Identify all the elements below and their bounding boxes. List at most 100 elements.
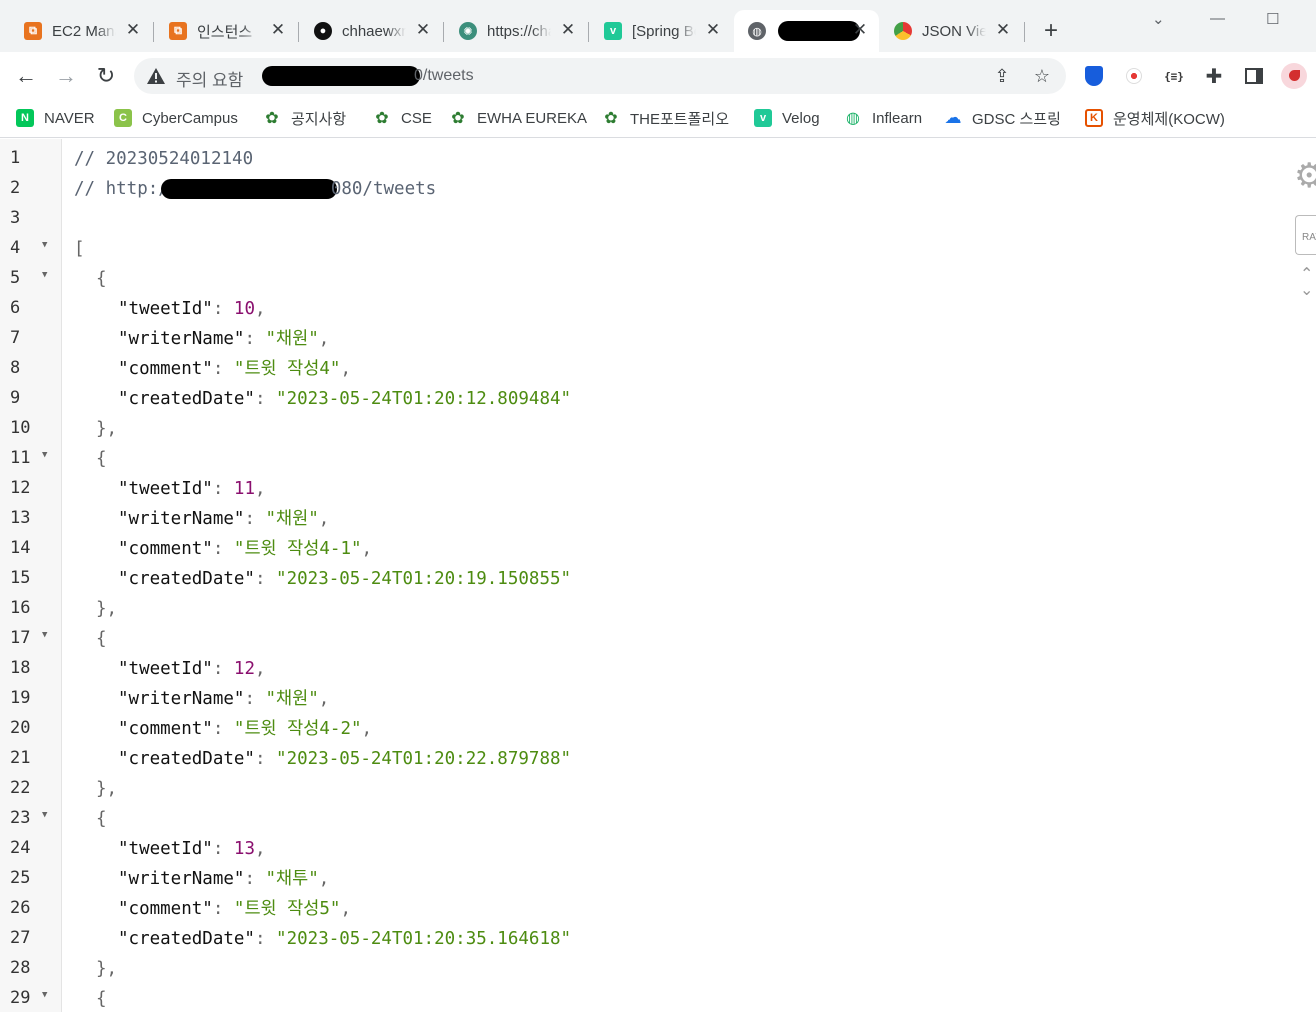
json-value-tweetId: 10	[233, 299, 255, 319]
json-key: "createdDate"	[118, 929, 255, 949]
side-panel-icon[interactable]	[1242, 64, 1266, 88]
close-icon[interactable]: ✕	[704, 21, 722, 39]
bookmark-velog[interactable]: v Velog	[754, 108, 820, 128]
address-bar[interactable]: 주의 요함 0/tweets ⇪ ☆	[134, 58, 1066, 94]
inflearn-icon: ◍	[844, 109, 862, 127]
globe-icon: ◍	[748, 22, 766, 40]
fold-toggle-icon[interactable]: ▼	[42, 240, 47, 250]
extensions-puzzle-icon[interactable]: ✚	[1202, 64, 1226, 88]
forward-button[interactable]: →	[54, 64, 78, 88]
profile-avatar[interactable]	[1280, 62, 1308, 90]
bookmark-naver[interactable]: N NAVER	[16, 108, 95, 128]
line-number: 16	[10, 598, 31, 618]
line-number: 2	[10, 178, 21, 198]
security-label[interactable]: 주의 요함	[176, 66, 243, 91]
fold-toggle-icon[interactable]: ▼	[42, 270, 47, 280]
line-number-row: 12	[0, 473, 62, 503]
line-number: 3	[10, 208, 21, 228]
json-key: "createdDate"	[118, 389, 255, 409]
json-field-createdDate: "createdDate": "2023-05-24T01:20:35.1646…	[118, 929, 572, 949]
close-icon[interactable]: ✕	[124, 21, 142, 39]
object-open-brace: {	[96, 629, 107, 649]
tab-velog[interactable]: v [Spring Boot] ✕	[590, 10, 732, 52]
line-number: 1	[10, 148, 21, 168]
line-number-row: 15	[0, 563, 62, 593]
object-open-brace: {	[96, 989, 107, 1009]
close-icon[interactable]: ✕	[994, 21, 1012, 39]
object-close-brace: },	[96, 959, 118, 979]
bitwarden-icon[interactable]	[1082, 64, 1106, 88]
object-close-brace: },	[96, 419, 118, 439]
ewha-icon: ✿	[602, 109, 620, 127]
json-value-comment: "트윗 작성5"	[233, 899, 341, 919]
line-number-row: 14	[0, 533, 62, 563]
line-number-row: 20	[0, 713, 62, 743]
tab-instances[interactable]: ⧉ 인스턴스 ✕	[155, 10, 297, 52]
line-number: 7	[10, 328, 21, 348]
toggle-arrows-icon[interactable]: ⌃ ⌄	[1300, 267, 1316, 299]
url-text[interactable]: 0/tweets	[414, 67, 474, 85]
line-number: 11	[10, 448, 31, 468]
back-button[interactable]: ←	[14, 64, 38, 88]
line-number: 28	[10, 958, 31, 978]
object-open-brace: {	[96, 449, 107, 469]
bookmark-inflearn[interactable]: ◍ Inflearn	[844, 108, 922, 128]
fold-toggle-icon[interactable]: ▼	[42, 630, 47, 640]
raw-toggle-button[interactable]: RAW	[1295, 215, 1316, 255]
reload-button[interactable]: ↻	[94, 64, 118, 88]
json-field-createdDate: "createdDate": "2023-05-24T01:20:19.1508…	[118, 569, 572, 589]
tab-json-viewer[interactable]: JSON Viewer ✕	[880, 10, 1022, 52]
bookmark-cybercampus[interactable]: C CyberCampus	[114, 108, 238, 128]
minimize-button[interactable]: —	[1210, 10, 1225, 27]
bookmark-kocw[interactable]: K 운영체제(KOCW)	[1085, 108, 1225, 128]
bookmark-ewha-eureka[interactable]: ✿ EWHA EUREKA	[449, 108, 587, 128]
json-key: "createdDate"	[118, 569, 255, 589]
bookmark-the-portfolio[interactable]: ✿ THE포트폴리오	[602, 108, 729, 128]
tab-github[interactable]: ● chhaewxn ✕	[300, 10, 442, 52]
json-value-createdDate: "2023-05-24T01:20:19.150855"	[276, 569, 572, 589]
json-viewer-extension-icon[interactable]: {≡}	[1162, 64, 1186, 88]
line-number: 5	[10, 268, 21, 288]
fold-toggle-icon[interactable]: ▼	[42, 990, 47, 1000]
ewha-icon: ✿	[449, 109, 467, 127]
maximize-button[interactable]: ☐	[1266, 10, 1279, 28]
bookmarks-bar: N NAVER C CyberCampus ✿ 공지사항 ✿ CSE ✿ EWH…	[0, 100, 1316, 138]
line-number-row: 9	[0, 383, 62, 413]
close-icon[interactable]: ✕	[559, 21, 577, 39]
github-icon: ●	[314, 22, 332, 40]
cybercampus-icon: C	[114, 109, 132, 127]
new-tab-button[interactable]: +	[1040, 19, 1062, 43]
json-value-writerName: "채원"	[265, 689, 319, 709]
tab-search-chevron-icon[interactable]: ⌄	[1152, 10, 1165, 28]
line-number: 13	[10, 508, 31, 528]
tab-ec2[interactable]: ⧉ EC2 Management Console ✕	[10, 10, 152, 52]
close-icon[interactable]: ✕	[269, 21, 287, 39]
json-value-createdDate: "2023-05-24T01:20:22.879788"	[276, 749, 572, 769]
close-icon[interactable]: ✕	[851, 21, 869, 39]
bookmark-star-icon[interactable]: ☆	[1032, 66, 1052, 86]
comment-timestamp: // 20230524012140	[74, 149, 254, 169]
fold-toggle-icon[interactable]: ▼	[42, 450, 47, 460]
close-icon[interactable]: ✕	[414, 21, 432, 39]
line-number-row: 25	[0, 863, 62, 893]
line-number-row: 7	[0, 323, 62, 353]
bookmark-gdsc-spring[interactable]: ☁ GDSC 스프링	[944, 108, 1061, 128]
bookmark-cse[interactable]: ✿ CSE	[373, 108, 432, 128]
json-field-createdDate: "createdDate": "2023-05-24T01:20:22.8797…	[118, 749, 572, 769]
object-close-brace: },	[96, 599, 118, 619]
tab-title: https://chat.openai.com	[487, 22, 551, 40]
line-number-row: 5 ▼	[0, 263, 62, 293]
tab-title: chhaewxn	[342, 22, 406, 40]
chrome-store-icon	[894, 22, 912, 40]
fold-toggle-icon[interactable]: ▼	[42, 810, 47, 820]
warning-icon[interactable]	[146, 66, 166, 86]
share-icon[interactable]: ⇪	[992, 66, 1012, 86]
tab-active-tweets[interactable]: ◍ ✕	[734, 10, 879, 52]
bookmark-notice[interactable]: ✿ 공지사항	[263, 108, 346, 128]
tab-chatgpt[interactable]: ✺ https://chat.openai.com ✕	[445, 10, 587, 52]
line-number-row: 3	[0, 203, 62, 233]
record-extension-icon[interactable]	[1122, 64, 1146, 88]
json-key: "tweetId"	[118, 299, 213, 319]
settings-gear-icon[interactable]: ⚙	[1294, 159, 1316, 193]
json-field-writerName: "writerName": "채투",	[118, 869, 330, 889]
